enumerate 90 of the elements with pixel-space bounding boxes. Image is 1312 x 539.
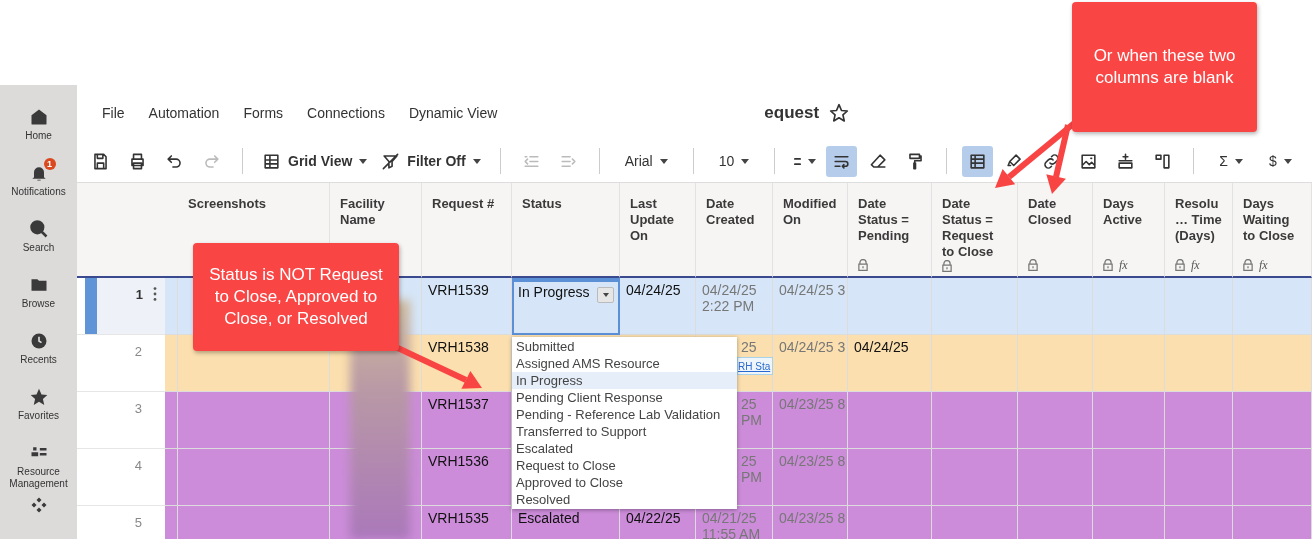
- table-cell: 04/23/25 8: [773, 449, 848, 506]
- favorite-star-icon[interactable]: [829, 102, 850, 123]
- formula-mark: fx: [1191, 257, 1200, 273]
- toolbar-dropdown[interactable]: Grid View: [258, 145, 372, 177]
- caret-icon: [808, 158, 817, 164]
- dropdown-button[interactable]: [597, 287, 614, 303]
- notification-badge: 1: [43, 158, 56, 170]
- grid-icon: [262, 151, 281, 171]
- menu-item[interactable]: Dynamic View: [408, 104, 498, 121]
- menu-item[interactable]: Forms: [243, 104, 284, 121]
- status-editor[interactable]: In Progress: [512, 278, 620, 335]
- dropdown-option[interactable]: In Progress: [512, 372, 737, 389]
- table-cell: [1093, 392, 1165, 449]
- search-icon: [28, 219, 49, 239]
- column-header[interactable]: Status: [512, 183, 620, 278]
- column-header[interactable]: Days Waiting to Close fx: [1233, 183, 1312, 278]
- toolbar-dropdown[interactable]: $: [1258, 145, 1302, 177]
- formula-mark: fx: [1119, 257, 1128, 273]
- table-cell: 04/23/25 8: [773, 506, 848, 539]
- table-icon: [968, 151, 988, 171]
- formula-mark: fx: [1259, 257, 1268, 273]
- caret-icon: [741, 158, 750, 164]
- sheet-title: equest: [764, 102, 820, 123]
- save-icon: [91, 151, 110, 171]
- image-icon: [1079, 151, 1099, 171]
- table-cell: [165, 278, 178, 335]
- toolbar-dropdown[interactable]: Σ: [1209, 145, 1253, 177]
- table-cell: VRH1536: [422, 449, 512, 506]
- caret-icon: [1283, 158, 1292, 164]
- table-cell: [1165, 449, 1233, 506]
- annotation-tooltip: Status is NOT Request to Close, Approved to Close, or Resolved: [193, 243, 399, 351]
- table-cell: 04/24/25 2:22 PM: [696, 278, 773, 335]
- column-header[interactable]: Date Status = Request to Close: [932, 183, 1018, 278]
- toolbar-dropdown[interactable]: 10: [708, 145, 760, 177]
- table-cell: 04/24/25: [848, 335, 932, 392]
- sidebar-item[interactable]: Home: [0, 101, 77, 157]
- caret-icon: [659, 158, 668, 164]
- menu-item[interactable]: File: [102, 104, 125, 121]
- menu-item[interactable]: Automation: [148, 104, 220, 121]
- table-cell: 04/24/25 3: [773, 278, 848, 335]
- column-header[interactable]: Date Status = Pending: [848, 183, 932, 278]
- table-cell: 04/23/25 8: [773, 392, 848, 449]
- caret-icon: [1234, 158, 1243, 164]
- table-cell: VRH1535: [422, 506, 512, 539]
- caret-icon: [472, 158, 481, 164]
- row-header[interactable]: 2: [77, 335, 165, 392]
- star-icon: [28, 387, 49, 407]
- row-header[interactable]: 4: [77, 449, 165, 506]
- column-header[interactable]: Date Created: [696, 183, 773, 278]
- more-icon: [153, 287, 157, 301]
- sidebar-item[interactable]: 1 Notifications: [0, 157, 77, 213]
- table-cell: 04/21/25 11:55 AM: [696, 506, 773, 539]
- table-cell: [1165, 335, 1233, 392]
- table-cell: 04/24/25: [620, 278, 696, 335]
- table-cell: [1165, 278, 1233, 335]
- column-header[interactable]: Last Update On: [620, 183, 696, 278]
- column-header[interactable]: Days Active fx: [1093, 183, 1165, 278]
- table-cell: [1093, 278, 1165, 335]
- filter-icon: [381, 151, 401, 171]
- caret-icon: [359, 158, 368, 164]
- column-header[interactable]: Date Closed: [1018, 183, 1093, 278]
- sidebar-item[interactable]: Browse: [0, 269, 77, 325]
- sidebar-item[interactable]: Favorites: [0, 381, 77, 437]
- table-button[interactable]: [962, 145, 994, 177]
- table-cell: VRH1537: [422, 392, 512, 449]
- column-header[interactable]: Modified On: [773, 183, 848, 278]
- sidebar-item[interactable]: Search: [0, 213, 77, 269]
- link-preview-tooltip[interactable]: RH Sta: [737, 357, 773, 375]
- row-header[interactable]: 5: [77, 506, 165, 539]
- menu-item[interactable]: Connections: [307, 104, 385, 121]
- row-header[interactable]: 3: [77, 392, 165, 449]
- table-cell: [1093, 335, 1165, 392]
- row-header[interactable]: 1: [77, 278, 165, 335]
- column-header[interactable]: Request #: [422, 183, 512, 278]
- sidebar-item[interactable]: Resource Management: [0, 437, 77, 493]
- table-cell: VRH1538: [422, 335, 512, 392]
- toolbar-dropdown[interactable]: Arial: [614, 145, 678, 177]
- columns-icon: [1153, 151, 1173, 171]
- column-header[interactable]: Resolu… Time (Days) fx: [1165, 183, 1233, 278]
- align-icon: [794, 157, 802, 165]
- table-cell: [1093, 449, 1165, 506]
- table-cell: [1165, 392, 1233, 449]
- annotation-tooltip: Or when these two columns are blank: [1072, 2, 1257, 132]
- table-cell: 04/24/25 3: [773, 335, 848, 392]
- print-icon: [128, 151, 147, 171]
- table-cell: VRH1539: [422, 278, 512, 335]
- insert-row-icon: [1116, 151, 1136, 171]
- sidebar-item[interactable]: Recents: [0, 325, 77, 381]
- toolbar-dropdown[interactable]: Filter Off: [377, 145, 485, 177]
- wrap-button[interactable]: [826, 145, 858, 177]
